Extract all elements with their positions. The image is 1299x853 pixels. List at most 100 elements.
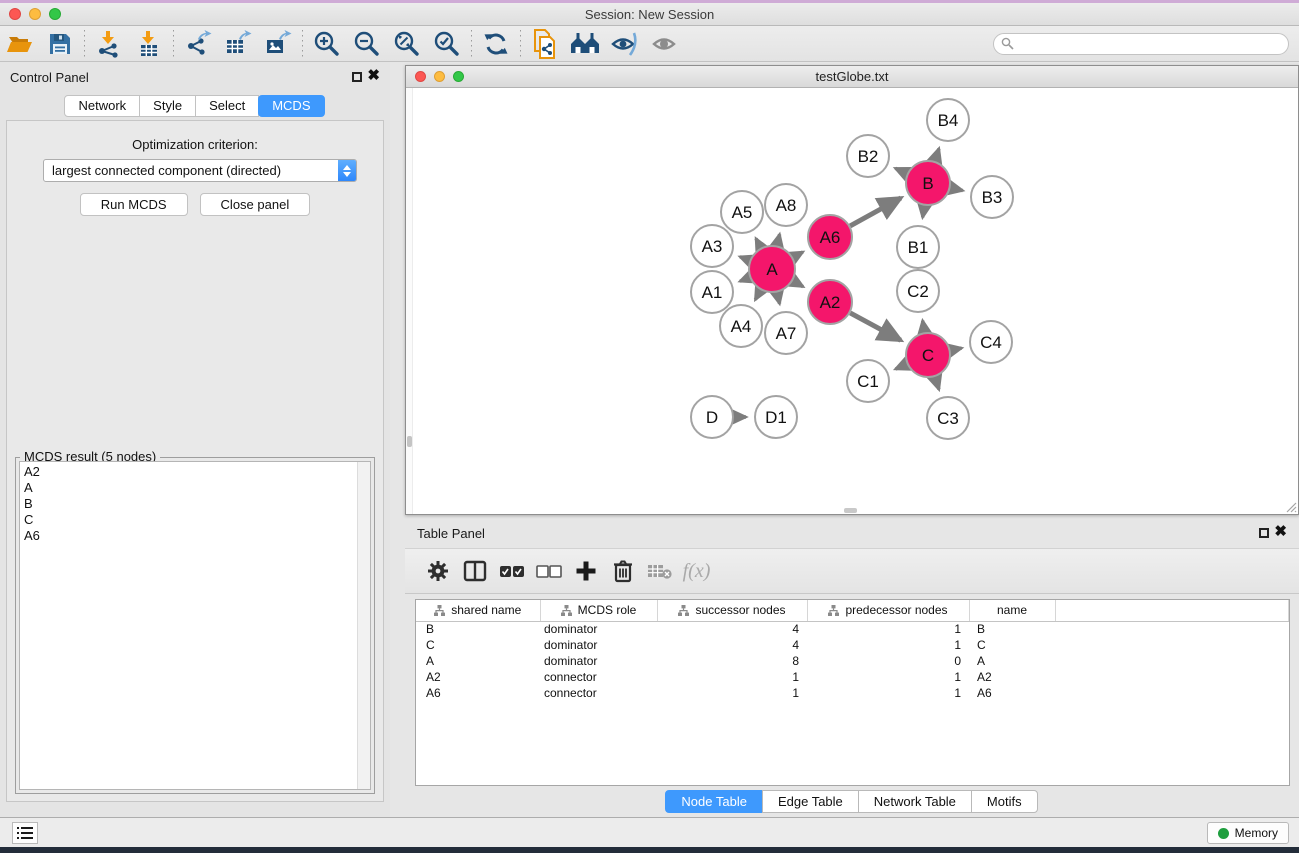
zoom-fit-icon[interactable] (387, 28, 427, 60)
refresh-icon[interactable] (476, 28, 516, 60)
first-neighbors-icon[interactable] (565, 28, 605, 60)
node-table: shared nameMCDS rolesuccessor nodesprede… (415, 599, 1290, 786)
memory-button[interactable]: Memory (1207, 822, 1289, 844)
show-all-icon[interactable] (645, 28, 685, 60)
toolbar-separator (84, 30, 85, 58)
column-header-name[interactable]: name (969, 600, 1055, 621)
deselect-all-icon[interactable] (530, 553, 567, 589)
table-row[interactable]: A6connector11A6 (416, 685, 1289, 701)
control-panel: Control Panel ✖ NetworkStyleSelectMCDS O… (0, 62, 390, 817)
task-history-icon[interactable] (12, 822, 38, 844)
table-row[interactable]: Cdominator41C (416, 637, 1289, 653)
open-file-icon[interactable] (0, 28, 40, 60)
hide-selected-icon[interactable] (605, 28, 645, 60)
close-panel-icon[interactable]: ✖ (367, 67, 380, 85)
mcds-tab-content: Optimization criterion: largest connecte… (6, 120, 384, 802)
column-header-MCDS-role[interactable]: MCDS role (540, 600, 657, 621)
zoom-in-icon[interactable] (307, 28, 347, 60)
graph-edge-A-A4[interactable] (755, 290, 760, 300)
split-view-icon[interactable] (456, 553, 493, 589)
tab-network-table[interactable]: Network Table (858, 790, 972, 813)
graph-edge-A-A1[interactable] (740, 278, 750, 282)
float-table-panel-icon[interactable] (1259, 528, 1269, 538)
search-input[interactable] (993, 33, 1289, 55)
resize-grip-icon[interactable] (1283, 499, 1297, 513)
tab-style[interactable]: Style (139, 95, 196, 117)
graph-edge-A-A6[interactable] (793, 252, 803, 257)
result-item[interactable]: B (24, 496, 370, 512)
graph-edge-B-B4[interactable] (935, 149, 939, 161)
graph-edge-A6-B[interactable] (850, 198, 901, 226)
graph-node-label: B2 (858, 147, 879, 166)
table-cell: 1 (657, 685, 807, 701)
graph-edge-A-A3[interactable] (740, 257, 750, 261)
column-header-shared-name[interactable]: shared name (416, 600, 540, 621)
table-cell: C (969, 637, 1055, 653)
table-cell: C (416, 637, 540, 653)
tab-mcds[interactable]: MCDS (258, 95, 324, 117)
gear-icon[interactable] (419, 553, 456, 589)
graph-edge-A-A8[interactable] (777, 234, 779, 245)
tab-node-table[interactable]: Node Table (665, 790, 763, 813)
close-panel-button[interactable]: Close panel (200, 193, 311, 216)
result-item[interactable]: A2 (24, 464, 370, 480)
result-item[interactable]: C (24, 512, 370, 528)
graph-edge-C-C3[interactable] (935, 377, 939, 389)
function-builder-icon[interactable]: f(x) (678, 553, 715, 589)
graph-node-label: C4 (980, 333, 1002, 352)
run-mcds-button[interactable]: Run MCDS (80, 193, 188, 216)
table-row[interactable]: Adominator80A (416, 653, 1289, 669)
table-cell: A2 (969, 669, 1055, 685)
export-table-icon[interactable] (218, 28, 258, 60)
save-session-icon[interactable] (40, 28, 80, 60)
result-item[interactable]: A6 (24, 528, 370, 544)
export-image-icon[interactable] (258, 28, 298, 60)
delete-column-icon[interactable] (604, 553, 641, 589)
toolbar-separator (173, 30, 174, 58)
graph-edge-A-A2[interactable] (793, 281, 803, 287)
window-title: Session: New Session (0, 7, 1299, 22)
graph-node-label: A (766, 260, 778, 279)
network-vertical-scrollbar[interactable] (406, 88, 413, 514)
add-column-icon[interactable] (567, 553, 604, 589)
graph-edge-C-C4[interactable] (951, 348, 962, 350)
export-network-icon[interactable] (178, 28, 218, 60)
column-header-predecessor-nodes[interactable]: predecessor nodes (807, 600, 969, 621)
tab-edge-table[interactable]: Edge Table (762, 790, 859, 813)
import-network-icon[interactable] (89, 28, 129, 60)
tab-motifs[interactable]: Motifs (971, 790, 1038, 813)
graph-edge-A-A5[interactable] (756, 239, 761, 248)
column-header-successor-nodes[interactable]: successor nodes (657, 600, 807, 621)
table-cell: A (416, 653, 540, 669)
mcds-result-list: A2ABCA6 (19, 461, 371, 790)
delete-table-icon[interactable] (641, 553, 678, 589)
control-panel-header: Control Panel ✖ (0, 70, 390, 90)
zoom-out-icon[interactable] (347, 28, 387, 60)
graph-edge-A2-C[interactable] (850, 313, 901, 340)
zoom-selected-icon[interactable] (427, 28, 467, 60)
import-table-icon[interactable] (129, 28, 169, 60)
tab-network[interactable]: Network (64, 95, 140, 117)
result-scrollbar[interactable] (357, 462, 370, 789)
tab-select[interactable]: Select (195, 95, 259, 117)
select-all-icon[interactable] (493, 553, 530, 589)
graph-edge-A-A7[interactable] (777, 292, 779, 303)
close-table-panel-icon[interactable]: ✖ (1274, 523, 1287, 541)
graph-edge-C-C2[interactable] (923, 321, 925, 333)
graph-edge-C-C1[interactable] (896, 364, 907, 369)
graph-edge-B-B3[interactable] (950, 188, 962, 191)
network-clone-icon[interactable] (525, 28, 565, 60)
criterion-dropdown[interactable]: largest connected component (directed) (43, 159, 357, 182)
network-canvas[interactable]: AA1A3A4A5A7A8A6A2BB1B2B3B4CC1C2C3C4DD1 (406, 88, 1298, 514)
graph-node-label: C1 (857, 372, 879, 391)
network-window-titlebar[interactable]: testGlobe.txt (406, 66, 1298, 88)
graph-edge-B-B1[interactable] (923, 206, 925, 218)
table-cell: 1 (807, 685, 969, 701)
table-row[interactable]: A2connector11A2 (416, 669, 1289, 685)
graph-edge-B-B2[interactable] (895, 168, 907, 173)
table-cell: dominator (540, 621, 657, 637)
float-panel-icon[interactable] (352, 72, 362, 82)
table-row[interactable]: Bdominator41B (416, 621, 1289, 637)
result-item[interactable]: A (24, 480, 370, 496)
network-horizontal-scrollbar[interactable] (406, 507, 1298, 514)
